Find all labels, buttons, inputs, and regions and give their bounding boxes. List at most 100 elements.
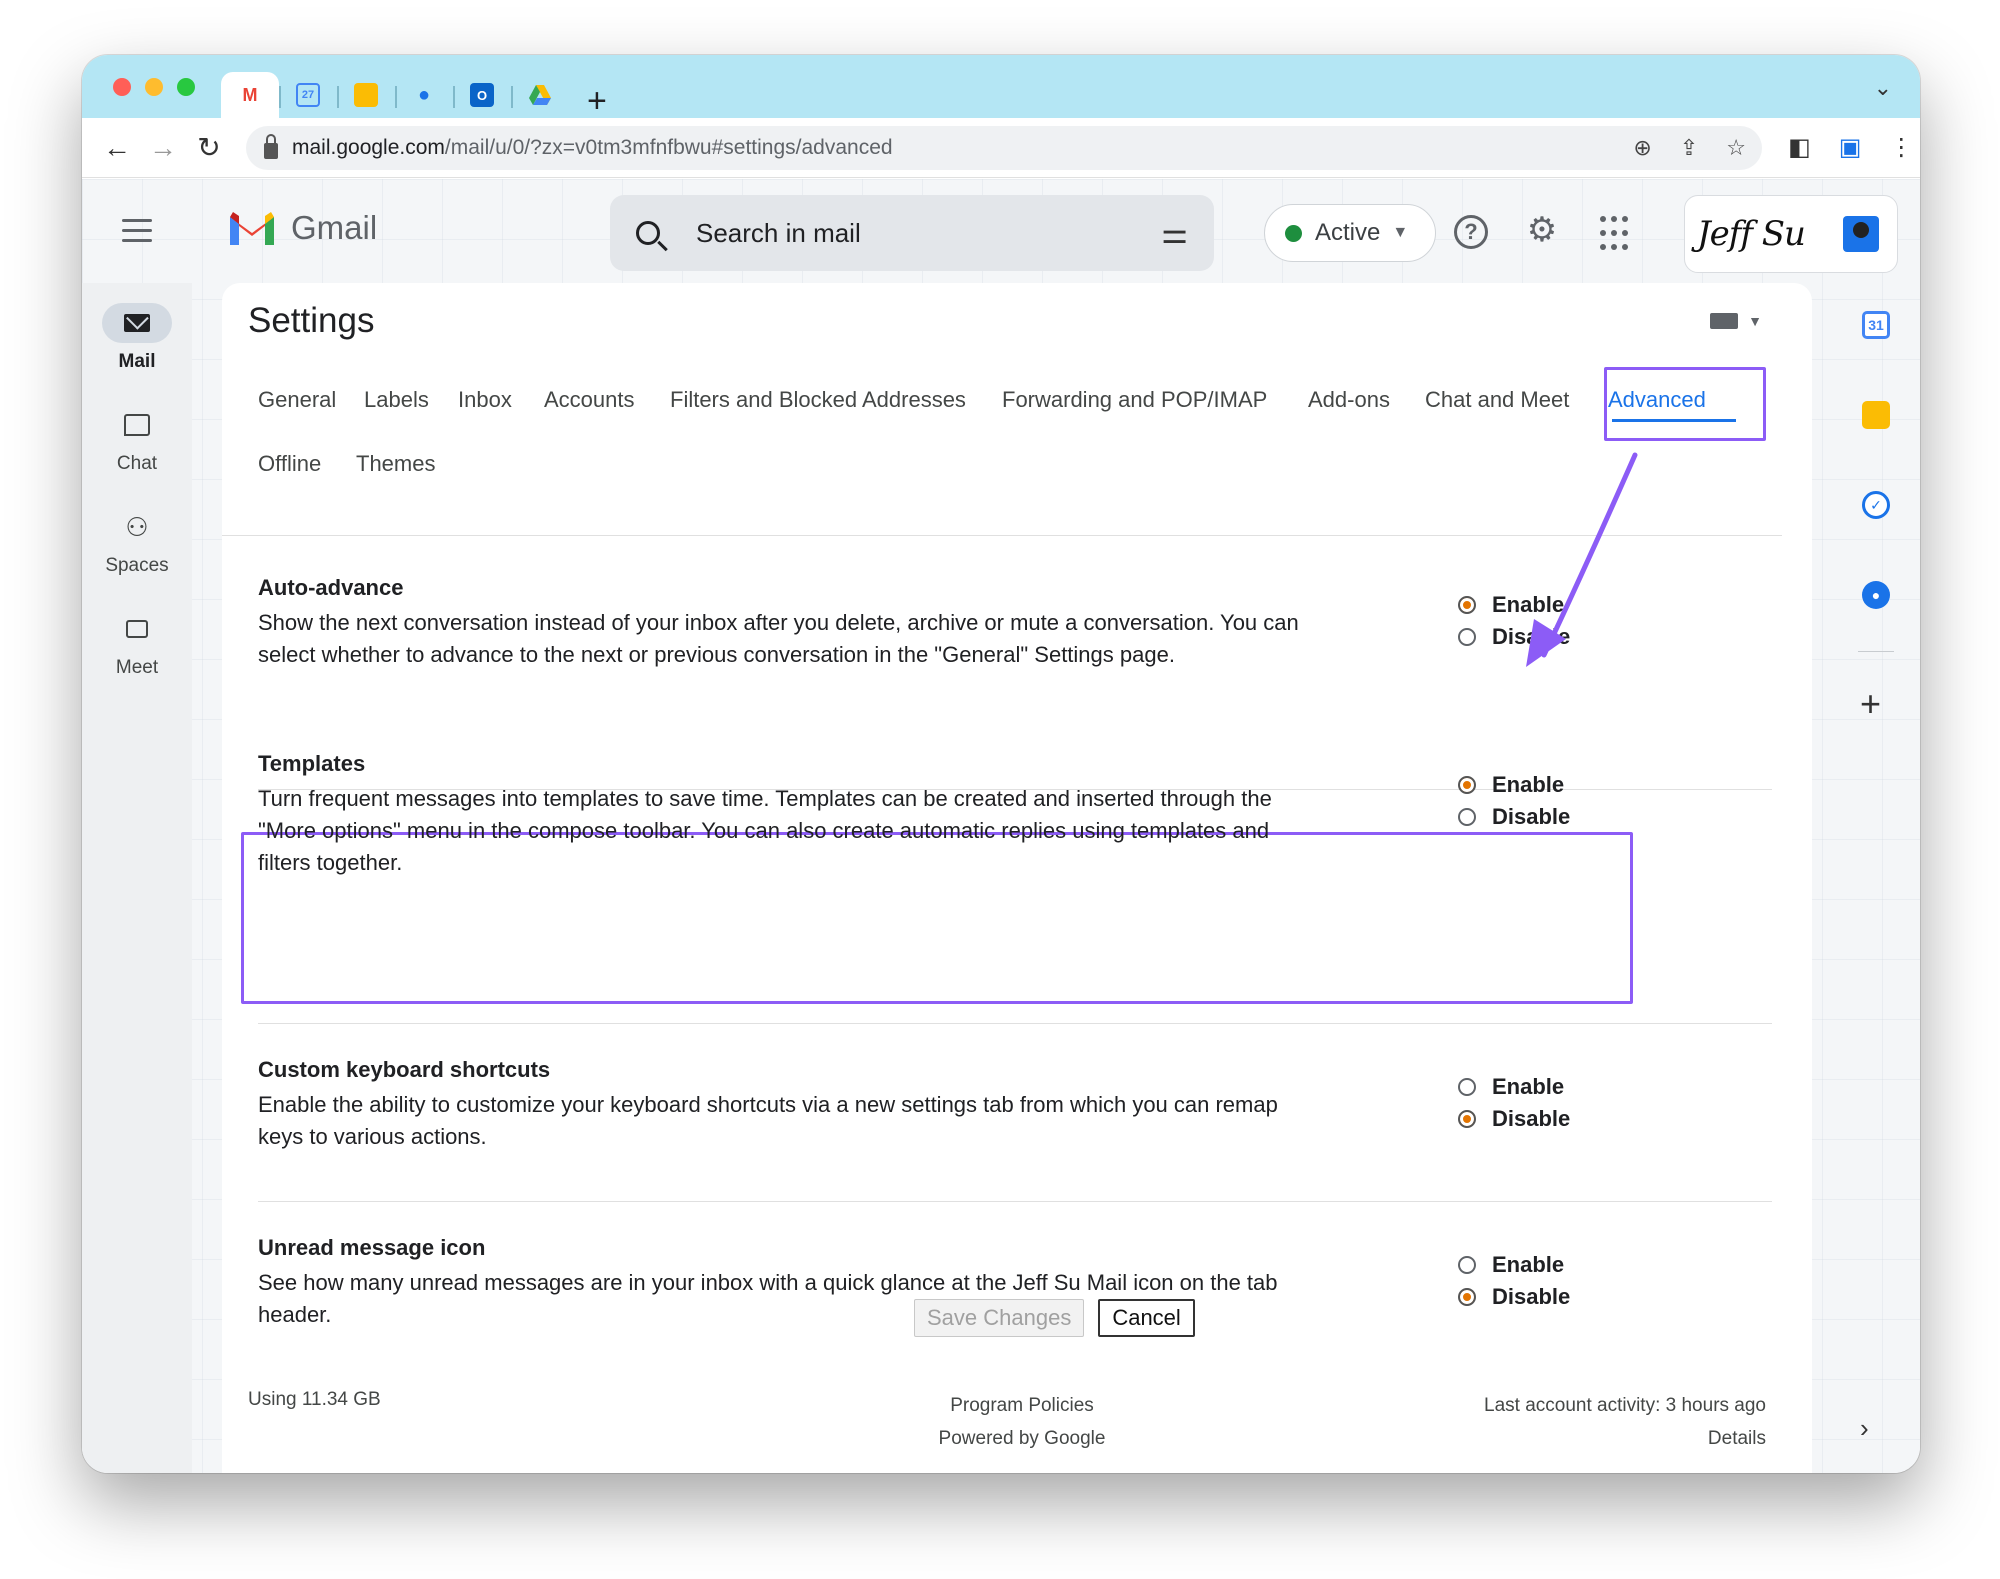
gear-icon[interactable]: ⚙ — [1524, 211, 1560, 249]
program-policies-link[interactable]: Program Policies — [822, 1389, 1222, 1422]
option-label: Disable — [1492, 1106, 1571, 1131]
tab-calendar[interactable]: 27 — [279, 72, 337, 118]
tab-offline[interactable]: Offline — [258, 451, 321, 477]
tab-drive[interactable] — [511, 72, 569, 118]
address-bar-row: ← → ↻ mail.google.com/mail/u/0/?zx=v0tm3… — [82, 118, 1920, 178]
browser-tab-bar: M 27 ● O + ⌄ — [82, 55, 1920, 118]
radio-selected-icon[interactable] — [1458, 776, 1476, 794]
side-panel-divider — [1858, 651, 1894, 652]
tab-chat-and-meet[interactable]: Chat and Meet — [1425, 387, 1569, 413]
account-switcher[interactable]: Jeff Su — [1684, 195, 1898, 273]
nav-item-spaces[interactable]: ⚇ Spaces — [82, 507, 192, 577]
help-icon[interactable]: ? — [1454, 215, 1488, 249]
radio-selected-icon[interactable] — [1458, 1288, 1476, 1306]
keep-icon[interactable] — [1862, 401, 1890, 429]
calendar-icon: 27 — [296, 83, 320, 107]
radio-selected-icon[interactable] — [1458, 1110, 1476, 1128]
zoom-icon[interactable]: ⊕ — [1633, 135, 1651, 161]
search-bar[interactable]: Search in mail ⚌ — [610, 195, 1214, 271]
main-menu-icon[interactable] — [122, 219, 152, 249]
close-window-button[interactable] — [113, 77, 131, 96]
tasks-icon[interactable]: ✓ — [1862, 491, 1890, 519]
status-dropdown[interactable]: Active ▼ — [1264, 204, 1436, 262]
save-changes-button[interactable]: Save Changes — [914, 1299, 1085, 1337]
radio-unselected-icon[interactable] — [1458, 808, 1476, 826]
auto-advance-enable-option[interactable]: Enable — [1458, 589, 1570, 621]
radio-group-auto-advance: Enable Disable — [1458, 589, 1570, 653]
nav-item-meet[interactable]: Meet — [82, 609, 192, 679]
tab-inbox[interactable]: Inbox — [458, 387, 512, 413]
tab-themes[interactable]: Themes — [356, 451, 435, 477]
tab-forwarding-pop-imap[interactable]: Forwarding and POP/IMAP — [1002, 387, 1267, 413]
radio-unselected-icon[interactable] — [1458, 628, 1476, 646]
details-link[interactable]: Details — [1484, 1422, 1766, 1455]
contacts-icon[interactable]: ● — [1862, 581, 1890, 609]
avatar[interactable] — [1843, 216, 1879, 252]
nav-label-spaces: Spaces — [105, 555, 169, 576]
browser-menu-icon[interactable]: ⋮ — [1889, 133, 1913, 162]
tab-add-ons[interactable]: Add-ons — [1308, 387, 1390, 413]
nav-label-mail: Mail — [118, 351, 156, 372]
search-icon[interactable] — [636, 221, 660, 245]
templates-disable-option[interactable]: Disable — [1458, 801, 1570, 833]
spaces-icon: ⚇ — [125, 511, 149, 542]
bookmark-star-icon[interactable]: ☆ — [1726, 135, 1746, 161]
page-title: Settings — [248, 301, 375, 340]
setting-title: Templates — [258, 751, 366, 776]
new-tab-button[interactable]: + — [587, 84, 607, 118]
input-tools-keyboard-icon[interactable]: ▼ — [1710, 313, 1762, 329]
tab-general[interactable]: General — [258, 387, 336, 413]
radio-unselected-icon[interactable] — [1458, 1078, 1476, 1096]
left-navigation: Mail Chat ⚇ Spaces Meet — [82, 283, 192, 1473]
share-icon[interactable]: ⇪ — [1680, 135, 1698, 161]
window-controls — [113, 77, 195, 96]
option-label: Enable — [1492, 1252, 1565, 1277]
search-input[interactable]: Search in mail — [696, 218, 861, 249]
nav-item-mail[interactable]: Mail — [82, 303, 192, 373]
auto-advance-disable-option[interactable]: Disable — [1458, 621, 1570, 653]
shortcuts-enable-option[interactable]: Enable — [1458, 1071, 1570, 1103]
tab-accounts[interactable]: Accounts — [544, 387, 635, 413]
expand-panel-chevron-icon[interactable]: › — [1860, 1413, 1869, 1444]
side-panel-icon[interactable]: ◧ — [1788, 133, 1811, 162]
tab-gmail[interactable]: M — [221, 72, 279, 118]
radio-group-keyboard-shortcuts: Enable Disable — [1458, 1071, 1570, 1135]
url-bar[interactable]: mail.google.com/mail/u/0/?zx=v0tm3mfnfbw… — [246, 125, 1762, 170]
unread-icon-disable-option[interactable]: Disable — [1458, 1281, 1570, 1313]
forward-button[interactable]: → — [140, 132, 186, 164]
setting-description: Enable the ability to customize your key… — [258, 1092, 1278, 1149]
google-apps-icon[interactable] — [1596, 215, 1632, 251]
nav-label-chat: Chat — [116, 453, 158, 474]
cancel-button[interactable]: Cancel — [1098, 1299, 1195, 1337]
option-label: Enable — [1492, 772, 1565, 797]
gmail-app: Gmail Search in mail ⚌ Active ▼ ? ⚙ Jeff… — [82, 179, 1920, 1473]
gmail-icon: M — [242, 84, 258, 105]
reload-button[interactable]: ↻ — [186, 131, 232, 164]
url-host: mail.google.com — [292, 135, 445, 159]
back-button[interactable]: ← — [94, 132, 140, 164]
tab-filters-blocked[interactable]: Filters and Blocked Addresses — [670, 387, 966, 413]
url-bar-actions: ⊕ ⇪ ☆ — [1633, 135, 1746, 161]
tab-contacts[interactable]: ● — [395, 72, 453, 118]
radio-selected-icon[interactable] — [1458, 596, 1476, 614]
extension-icon[interactable]: ▣ — [1839, 133, 1862, 162]
radio-unselected-icon[interactable] — [1458, 1256, 1476, 1274]
maximize-window-button[interactable] — [177, 77, 195, 96]
tab-search-chevron-icon[interactable]: ⌄ — [1874, 75, 1892, 101]
tab-labels[interactable]: Labels — [364, 387, 429, 413]
lock-icon[interactable] — [264, 133, 278, 159]
gmail-header: Gmail Search in mail ⚌ Active ▼ ? ⚙ Jeff… — [82, 179, 1920, 283]
tab-outlook[interactable]: O — [453, 72, 511, 118]
shortcuts-disable-option[interactable]: Disable — [1458, 1103, 1570, 1135]
get-addons-plus-icon[interactable]: + — [1860, 683, 1881, 725]
nav-item-chat[interactable]: Chat — [82, 405, 192, 475]
powered-by-google: Powered by Google — [938, 1428, 1106, 1449]
unread-icon-enable-option[interactable]: Enable — [1458, 1249, 1570, 1281]
calendar-icon[interactable]: 31 — [1862, 311, 1890, 339]
search-options-icon[interactable]: ⚌ — [1161, 216, 1188, 251]
storage-usage: Using 11.34 GB — [248, 1389, 381, 1410]
gmail-logo[interactable]: Gmail — [227, 209, 377, 247]
templates-enable-option[interactable]: Enable — [1458, 769, 1570, 801]
tab-keep[interactable] — [337, 72, 395, 118]
minimize-window-button[interactable] — [145, 77, 163, 96]
